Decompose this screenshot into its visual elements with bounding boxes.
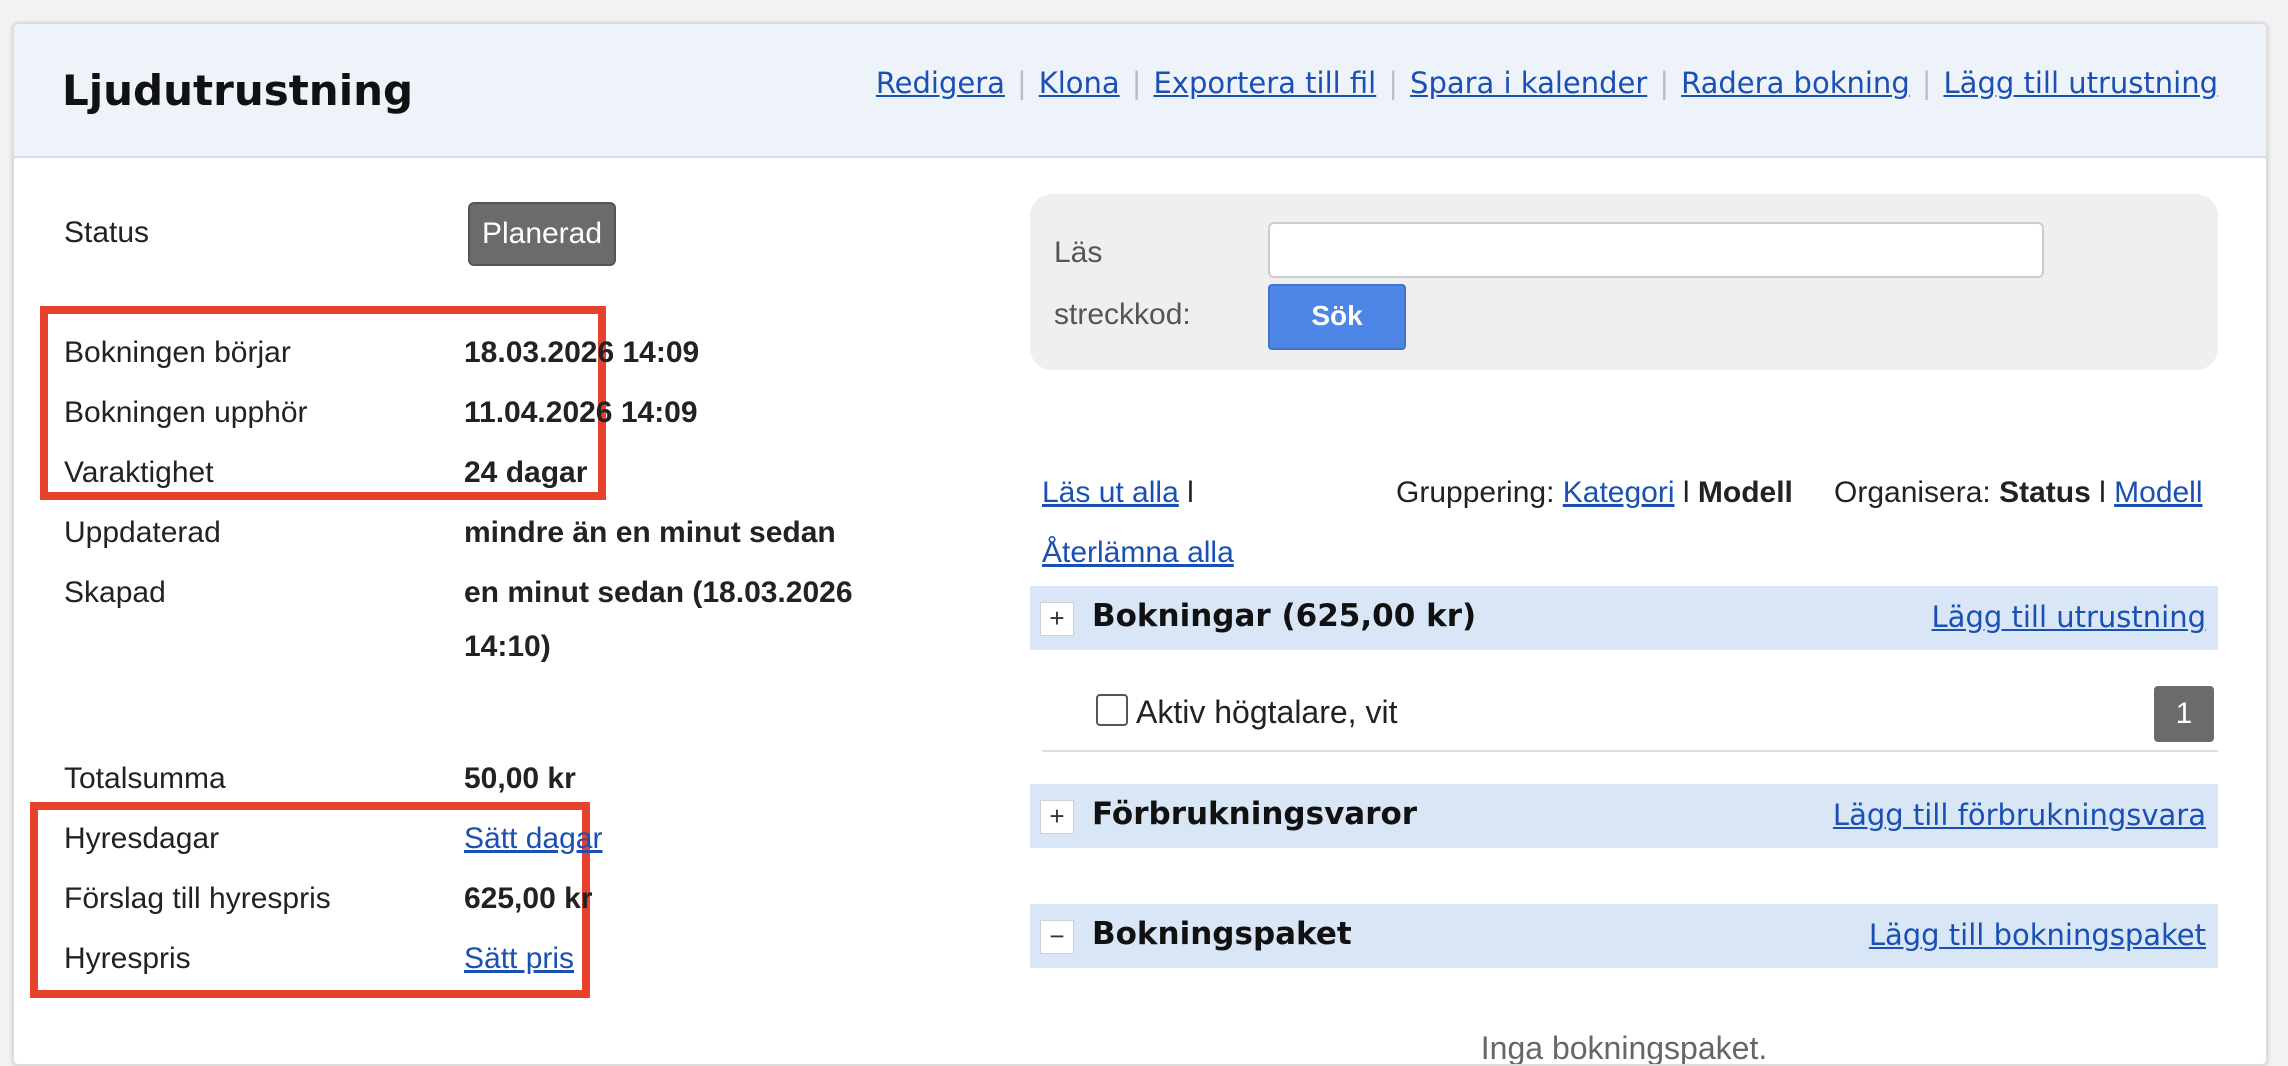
- edit-link[interactable]: Redigera: [876, 66, 1005, 100]
- created-label: Skapad: [64, 576, 166, 609]
- section-consumables-title: Förbrukningsvaror: [1092, 796, 1418, 832]
- total-label: Totalsumma: [64, 762, 226, 795]
- organize-model-link[interactable]: Modell: [2114, 476, 2202, 509]
- end-value: 11.04.2026 14:09: [464, 396, 698, 429]
- grouping-control: Gruppering: Kategori l Modell: [1396, 476, 1793, 510]
- checkout-separator: l: [1187, 476, 1194, 509]
- start-value: 18.03.2026 14:09: [464, 336, 700, 369]
- total-value: 50,00 kr: [464, 762, 576, 795]
- set-days-link[interactable]: Sätt dagar: [464, 822, 602, 856]
- action-separator: |: [1921, 66, 1932, 100]
- organize-control: Organisera: Status l Modell: [1834, 476, 2203, 510]
- list-item: Aktiv högtalare, vit 1: [1042, 670, 2218, 752]
- suggested-price-value: 625,00 kr: [464, 882, 593, 915]
- grouping-category-link[interactable]: Kategori: [1563, 476, 1675, 509]
- duration-label: Varaktighet: [64, 456, 214, 489]
- status-badge: Planerad: [468, 202, 616, 266]
- section-packages: − Bokningspaket Lägg till bokningspaket: [1030, 904, 2218, 968]
- section-packages-title: Bokningspaket: [1092, 916, 1352, 952]
- checkout-all-link[interactable]: Läs ut alla: [1042, 476, 1179, 509]
- organize-label: Organisera:: [1834, 476, 1991, 509]
- add-package-link[interactable]: Lägg till bokningspaket: [1869, 918, 2206, 952]
- export-link[interactable]: Exportera till fil: [1153, 66, 1376, 100]
- search-button[interactable]: Sök: [1268, 284, 1406, 350]
- add-equipment-section-link[interactable]: Lägg till utrustning: [1932, 600, 2206, 634]
- return-all-link[interactable]: Återlämna alla: [1042, 536, 1234, 570]
- checkout-group: Läs ut alla l: [1042, 476, 1194, 510]
- header-actions: Redigera | Klona | Exportera till fil | Spara …: [876, 66, 2218, 100]
- action-separator: |: [1131, 66, 1142, 100]
- save-calendar-link[interactable]: Spara i kalender: [1410, 66, 1647, 100]
- barcode-label: Läs streckkod:: [1054, 236, 1191, 331]
- empty-packages-message: Inga bokningspaket.: [1480, 1030, 1768, 1066]
- updated-label: Uppdaterad: [64, 516, 221, 549]
- add-equipment-link[interactable]: Lägg till utrustning: [1944, 66, 2218, 100]
- item-checkbox[interactable]: [1096, 694, 1128, 726]
- expand-toggle[interactable]: +: [1040, 602, 1074, 636]
- barcode-input[interactable]: [1268, 222, 2044, 278]
- barcode-scan-box: Läs streckkod: Sök: [1030, 194, 2218, 370]
- created-value-line1: en minut sedan (18.03.2026: [464, 576, 853, 609]
- suggested-price-label: Förslag till hyrespris: [64, 882, 331, 915]
- organize-status-active: Status: [1999, 476, 2091, 509]
- section-bookings-title: Bokningar (625,00 kr): [1092, 598, 1477, 634]
- action-separator: |: [1388, 66, 1399, 100]
- rent-days-label: Hyresdagar: [64, 822, 220, 855]
- set-price-link[interactable]: Sätt pris: [464, 942, 574, 976]
- action-separator: |: [1659, 66, 1670, 100]
- grouping-separator: l: [1682, 476, 1690, 509]
- section-consumables: + Förbrukningsvaror Lägg till förbruknin…: [1030, 784, 2218, 848]
- rent-price-label: Hyrespris: [64, 942, 191, 975]
- add-consumable-link[interactable]: Lägg till förbrukningsvara: [1833, 798, 2206, 832]
- updated-value: mindre än en minut sedan: [464, 516, 836, 549]
- grouping-model-active: Modell: [1697, 476, 1793, 509]
- end-label: Bokningen upphör: [64, 396, 308, 429]
- duration-value: 24 dagar: [464, 456, 588, 489]
- grouping-label: Gruppering:: [1396, 476, 1555, 509]
- start-label: Bokningen börjar: [64, 336, 291, 369]
- clone-link[interactable]: Klona: [1039, 66, 1120, 100]
- collapse-toggle[interactable]: −: [1040, 920, 1074, 954]
- page-header: Ljudutrustning Redigera | Klona | Exportera …: [14, 24, 2266, 158]
- created-value-line2: 14:10): [464, 630, 551, 663]
- delete-booking-link[interactable]: Radera bokning: [1681, 66, 1910, 100]
- status-label: Status: [64, 216, 150, 249]
- organize-separator: l: [2099, 476, 2106, 509]
- page-title: Ljudutrustning: [62, 66, 414, 115]
- action-separator: |: [1016, 66, 1027, 100]
- booking-panel: Ljudutrustning Redigera | Klona | Exportera …: [12, 22, 2268, 1066]
- expand-toggle[interactable]: +: [1040, 800, 1074, 834]
- item-name: Aktiv högtalare, vit: [1136, 694, 1398, 730]
- section-bookings: + Bokningar (625,00 kr) Lägg till utrust…: [1030, 586, 2218, 650]
- item-quantity-badge: 1: [2154, 686, 2214, 742]
